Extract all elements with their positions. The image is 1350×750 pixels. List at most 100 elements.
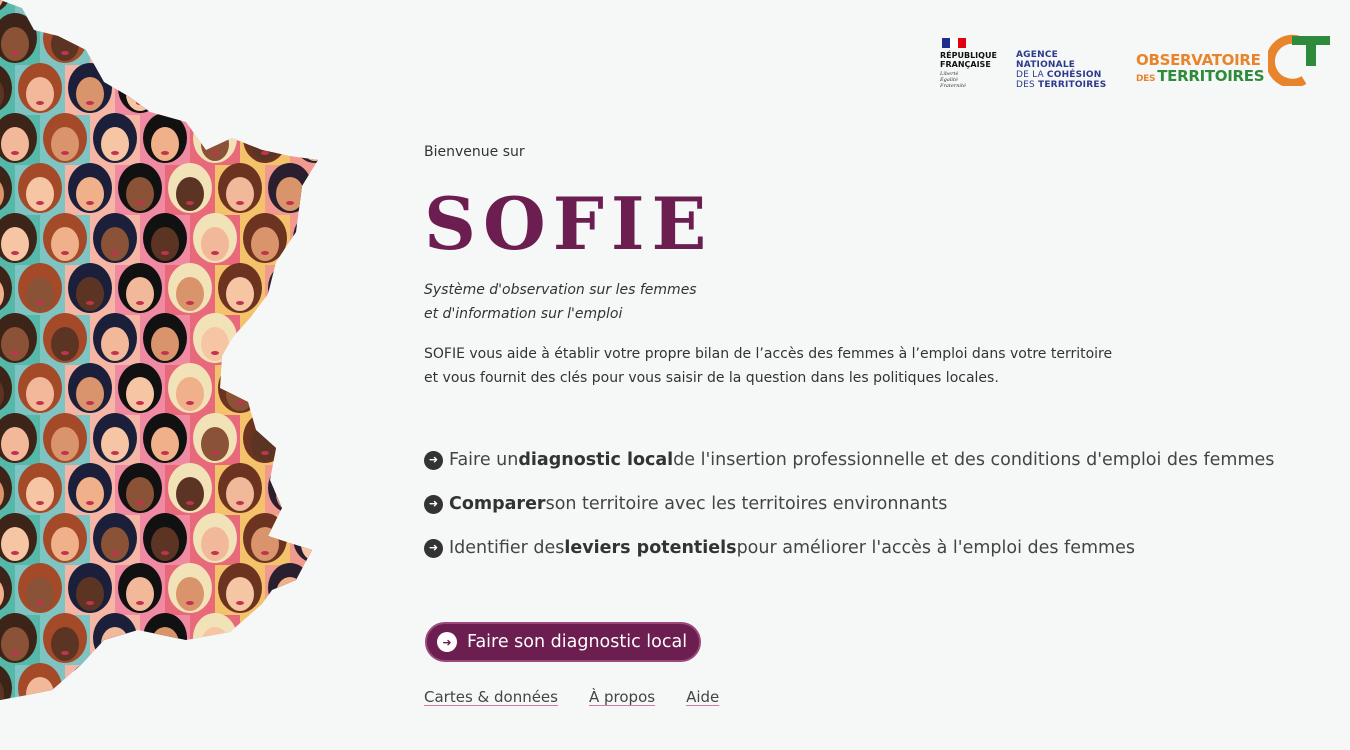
face-hair — [118, 663, 162, 700]
face-skin — [1, 427, 29, 461]
face-hair — [268, 0, 312, 13]
face-mouth — [186, 201, 194, 205]
face-skin — [26, 677, 54, 700]
face-skin — [101, 127, 129, 161]
face-skin — [176, 377, 204, 411]
face-mouth — [236, 601, 244, 605]
face-mouth — [86, 401, 94, 405]
anct-line3-pre: DE LA — [1016, 70, 1047, 80]
anct-line4-pre: DES — [1016, 80, 1038, 90]
face-skin — [151, 527, 179, 561]
description-line2: et vous fournit des clés pour vous saisi… — [424, 370, 999, 386]
french-flag-icon — [942, 38, 966, 48]
face-skin — [226, 77, 254, 111]
face-mouth — [236, 401, 244, 405]
face-skin — [301, 227, 318, 261]
face-skin — [126, 577, 154, 611]
face-skin — [276, 277, 304, 311]
face-skin — [201, 527, 229, 561]
face-hair — [68, 0, 112, 13]
face-mouth — [11, 651, 19, 655]
face-mouth — [11, 151, 19, 155]
face-skin — [251, 27, 279, 61]
face-hair — [18, 0, 62, 13]
face-hair — [243, 13, 287, 63]
face-tile-background — [265, 365, 317, 417]
face-skin — [1, 127, 29, 161]
face-skin — [226, 177, 254, 211]
face-mouth — [111, 451, 119, 455]
face-mouth — [236, 101, 244, 105]
diagnostic-button[interactable]: ➜ Faire son diagnostic local — [425, 622, 702, 662]
face-mouth — [136, 201, 144, 205]
face-skin — [76, 77, 104, 111]
anct-logo: AGENCE NATIONALE DE LA COHÉSION DES TERR… — [1016, 50, 1116, 90]
face-mouth — [161, 151, 169, 155]
face-tile-background — [290, 215, 318, 267]
link-cartes-donnees[interactable]: Cartes & données — [424, 688, 558, 706]
face-skin — [26, 377, 54, 411]
face-skin — [201, 27, 229, 61]
face-skin — [126, 277, 154, 311]
face-tile-background — [165, 0, 217, 17]
face-skin — [276, 477, 304, 511]
obs-line2: TERRITOIRES — [1157, 67, 1265, 85]
face-tile-background — [165, 65, 217, 117]
face-skin — [251, 227, 279, 261]
face-skin — [176, 77, 204, 111]
face-skin — [201, 227, 229, 261]
face-skin — [101, 527, 129, 561]
face-mouth — [161, 251, 169, 255]
face-hair — [268, 663, 312, 700]
face-mouth — [186, 501, 194, 505]
feature-bold: Comparer — [449, 494, 546, 514]
face-hair — [218, 0, 262, 13]
face-mouth — [211, 151, 219, 155]
face-skin — [301, 427, 318, 461]
face-skin — [26, 577, 54, 611]
rf-motto-line3: Fraternité — [940, 83, 966, 89]
face-skin — [51, 527, 79, 561]
face-mouth — [286, 401, 294, 405]
face-skin — [251, 627, 279, 661]
face-skin — [276, 77, 304, 111]
face-mouth — [311, 251, 318, 255]
link-a-propos[interactable]: À propos — [589, 688, 655, 706]
face-skin — [251, 327, 279, 361]
face-skin — [1, 227, 29, 261]
face-mouth — [111, 551, 119, 555]
face-skin — [226, 377, 254, 411]
face-skin — [101, 227, 129, 261]
link-aide[interactable]: Aide — [686, 688, 719, 706]
face-mouth — [211, 451, 219, 455]
face-skin — [1, 327, 29, 361]
face-hair — [268, 463, 312, 513]
face-mouth — [186, 101, 194, 105]
feature-post: de l'insertion professionnelle et des co… — [673, 450, 1275, 470]
face-mouth — [136, 701, 144, 705]
face-skin — [126, 177, 154, 211]
face-mouth — [86, 701, 94, 705]
face-mouth — [161, 551, 169, 555]
france-women-illustration — [0, 0, 318, 705]
face-skin — [251, 427, 279, 461]
face-skin — [26, 277, 54, 311]
face-skin — [26, 77, 54, 111]
face-skin — [51, 127, 79, 161]
face-tile-background — [290, 15, 318, 67]
face-skin — [301, 627, 318, 661]
face-mouth — [261, 151, 269, 155]
face-mouth — [261, 351, 269, 355]
face-skin — [276, 577, 304, 611]
face-mouth — [286, 301, 294, 305]
face-tile-background — [290, 615, 318, 667]
face-mouth — [261, 51, 269, 55]
rf-title-line2: FRANÇAISE — [940, 60, 991, 69]
face-mouth — [186, 601, 194, 605]
face-skin — [26, 0, 54, 11]
footer-links: Cartes & données À propos Aide — [424, 688, 719, 706]
face-mouth — [311, 551, 318, 555]
face-skin — [301, 127, 318, 161]
face-mouth — [11, 351, 19, 355]
face-mouth — [36, 501, 44, 505]
